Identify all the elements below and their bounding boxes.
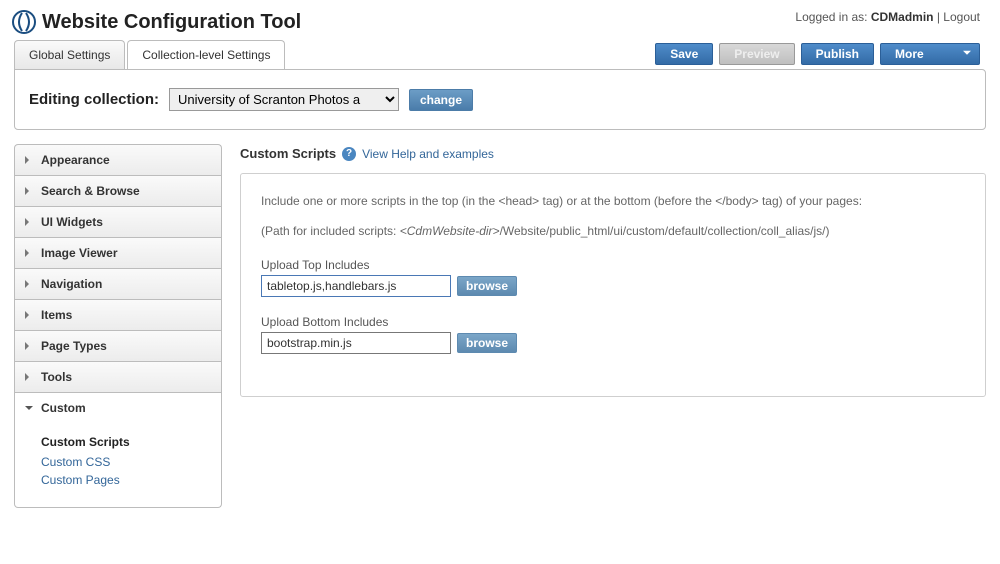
browse-bottom-button[interactable]: browse: [457, 333, 517, 353]
sidebar-sub-custom-css[interactable]: Custom CSS: [41, 453, 211, 471]
chevron-right-icon: [25, 311, 33, 319]
browse-top-button[interactable]: browse: [457, 276, 517, 296]
chevron-right-icon: [25, 218, 33, 226]
sidebar-item-appearance[interactable]: Appearance: [14, 144, 222, 175]
top-includes-input[interactable]: [261, 275, 451, 297]
logged-in-label: Logged in as:: [795, 10, 870, 24]
app-logo: [12, 10, 36, 34]
bottom-includes-input[interactable]: [261, 332, 451, 354]
user-info: Logged in as: CDMadmin | Logout: [795, 10, 980, 24]
page-title: Custom Scripts: [240, 146, 336, 161]
logout-link[interactable]: Logout: [943, 10, 980, 24]
sidebar-item-tools[interactable]: Tools: [14, 361, 222, 392]
preview-button[interactable]: Preview: [719, 43, 794, 65]
bottom-includes-label: Upload Bottom Includes: [261, 315, 965, 329]
sidebar-item-search-browse[interactable]: Search & Browse: [14, 175, 222, 206]
publish-button[interactable]: Publish: [801, 43, 874, 65]
sidebar-sub-custom-scripts[interactable]: Custom Scripts: [41, 435, 211, 449]
app-title: Website Configuration Tool: [42, 11, 301, 34]
tab-global-settings[interactable]: Global Settings: [14, 40, 125, 69]
chevron-right-icon: [25, 249, 33, 257]
path-note: (Path for included scripts: <CdmWebsite-…: [261, 222, 965, 240]
chevron-right-icon: [25, 187, 33, 195]
username: CDMadmin: [871, 10, 934, 24]
help-icon[interactable]: ?: [342, 147, 356, 161]
chevron-right-icon: [25, 342, 33, 350]
tab-collection-settings[interactable]: Collection-level Settings: [127, 40, 285, 69]
chevron-right-icon: [25, 373, 33, 381]
sidebar-item-image-viewer[interactable]: Image Viewer: [14, 237, 222, 268]
intro-text: Include one or more scripts in the top (…: [261, 192, 965, 210]
sidebar-item-page-types[interactable]: Page Types: [14, 330, 222, 361]
editing-collection-label: Editing collection:: [29, 91, 159, 108]
sidebar-sub-custom-pages[interactable]: Custom Pages: [41, 471, 211, 489]
change-button[interactable]: change: [409, 89, 473, 111]
chevron-right-icon: [25, 280, 33, 288]
chevron-right-icon: [25, 156, 33, 164]
sidebar-item-navigation[interactable]: Navigation: [14, 268, 222, 299]
save-button[interactable]: Save: [655, 43, 713, 65]
collection-select[interactable]: University of Scranton Photos a: [169, 88, 399, 111]
sidebar-item-custom[interactable]: Custom: [14, 392, 222, 423]
chevron-down-icon: [25, 406, 33, 414]
top-includes-label: Upload Top Includes: [261, 258, 965, 272]
sidebar-item-items[interactable]: Items: [14, 299, 222, 330]
more-button[interactable]: More: [880, 43, 980, 65]
sidebar-item-ui-widgets[interactable]: UI Widgets: [14, 206, 222, 237]
help-link[interactable]: View Help and examples: [362, 147, 494, 161]
